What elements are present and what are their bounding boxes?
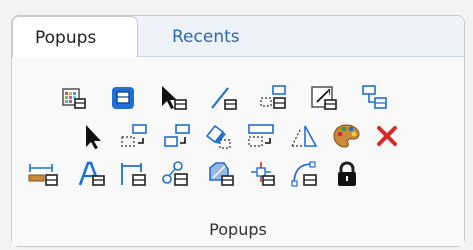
eraser-icon[interactable] (202, 119, 236, 153)
select-arrow-icon[interactable] (157, 81, 191, 115)
nodes-icon[interactable] (160, 157, 194, 191)
tab-recents[interactable]: Recents (152, 16, 262, 58)
group-label: Popups (209, 220, 267, 239)
pointer-arrow-icon[interactable] (77, 119, 111, 153)
delete-x-icon[interactable] (370, 119, 404, 153)
tab-popups[interactable]: Popups (12, 16, 138, 58)
linear-dimension-icon[interactable] (27, 157, 61, 191)
bracket-dimension-icon[interactable] (117, 157, 151, 191)
palette-icon[interactable] (330, 119, 364, 153)
lock-icon[interactable] (330, 157, 364, 191)
text-style-icon[interactable] (75, 157, 109, 191)
extend-icon[interactable] (245, 119, 279, 153)
resize-arrow-icon[interactable] (307, 81, 341, 115)
hierarchy-icon[interactable] (357, 81, 391, 115)
move-icon[interactable] (160, 119, 194, 153)
ribbon-body (12, 57, 464, 246)
grid-table-icon[interactable] (57, 81, 91, 115)
dimension-split-icon[interactable] (257, 81, 291, 115)
line-tool-icon[interactable] (207, 81, 241, 115)
curve-path-icon[interactable] (288, 157, 322, 191)
layer-window-icon[interactable] (107, 81, 141, 115)
stretch-icon[interactable] (117, 119, 151, 153)
shape-fill-icon[interactable] (204, 157, 238, 191)
crosshair-icon[interactable] (245, 157, 279, 191)
measure-angle-icon[interactable] (287, 119, 321, 153)
